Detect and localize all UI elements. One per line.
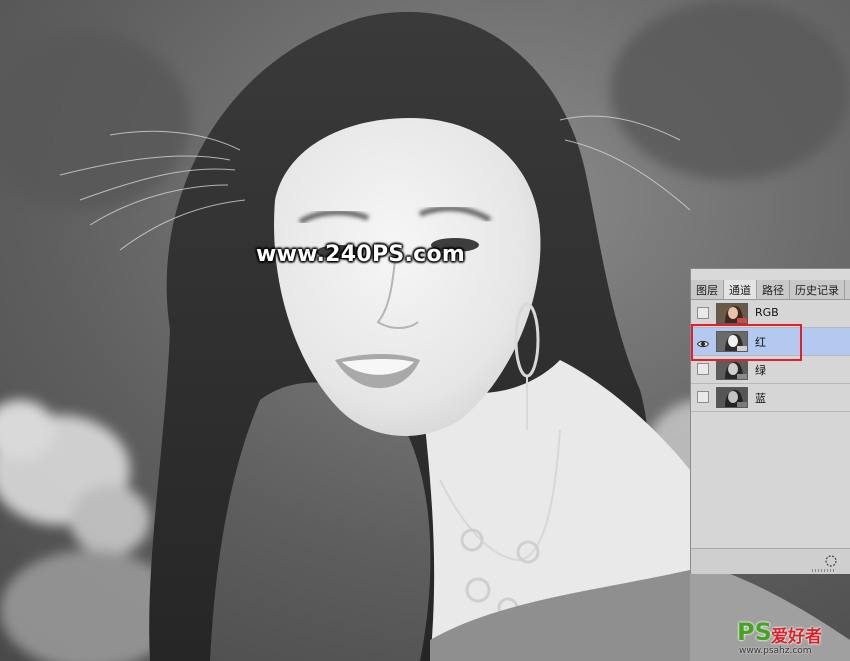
channel-row-red[interactable]: 红: [691, 328, 850, 356]
logo-ps-text: PS: [737, 618, 772, 646]
visibility-toggle[interactable]: [697, 363, 709, 375]
tab-history[interactable]: 历史记录: [790, 280, 845, 299]
channel-list: RGB 红 绿 蓝: [691, 300, 850, 412]
channel-thumbnail: [716, 303, 748, 324]
channel-row-green[interactable]: 绿: [691, 356, 850, 384]
panel-footer: [691, 548, 850, 574]
logo-url-text: www.psahz.com: [739, 646, 812, 656]
channel-row-blue[interactable]: 蓝: [691, 384, 850, 412]
channel-name: 绿: [755, 364, 766, 377]
panel-tabs: 图层 通道 路径 历史记录: [691, 280, 850, 300]
site-logo: PS 爱好者 www.psahz.com: [737, 618, 847, 658]
channel-name: 蓝: [755, 392, 766, 405]
channel-thumbnail: [716, 331, 748, 352]
channel-thumbnail: [716, 387, 748, 408]
watermark-text: www.240PS.com: [256, 242, 466, 267]
channel-thumbnail: [716, 359, 748, 380]
channel-name: 红: [755, 336, 766, 349]
channel-row-rgb[interactable]: RGB: [691, 300, 850, 328]
tab-paths[interactable]: 路径: [757, 280, 790, 299]
load-channel-as-selection-icon[interactable]: [824, 553, 838, 567]
eye-icon[interactable]: [696, 335, 710, 348]
visibility-toggle[interactable]: [697, 391, 709, 403]
channel-name: RGB: [755, 306, 779, 319]
logo-name-text: 爱好者: [771, 627, 822, 647]
visibility-toggle[interactable]: [697, 307, 709, 319]
canvas: www.240PS.com 图层 通道 路径 历史记录 RGB 红 绿 蓝 PS…: [0, 0, 850, 661]
resize-grip-icon[interactable]: [812, 569, 834, 572]
channels-panel: 图层 通道 路径 历史记录 RGB 红 绿 蓝: [690, 268, 850, 574]
tab-layers[interactable]: 图层: [691, 280, 724, 299]
tab-channels[interactable]: 通道: [724, 280, 757, 299]
